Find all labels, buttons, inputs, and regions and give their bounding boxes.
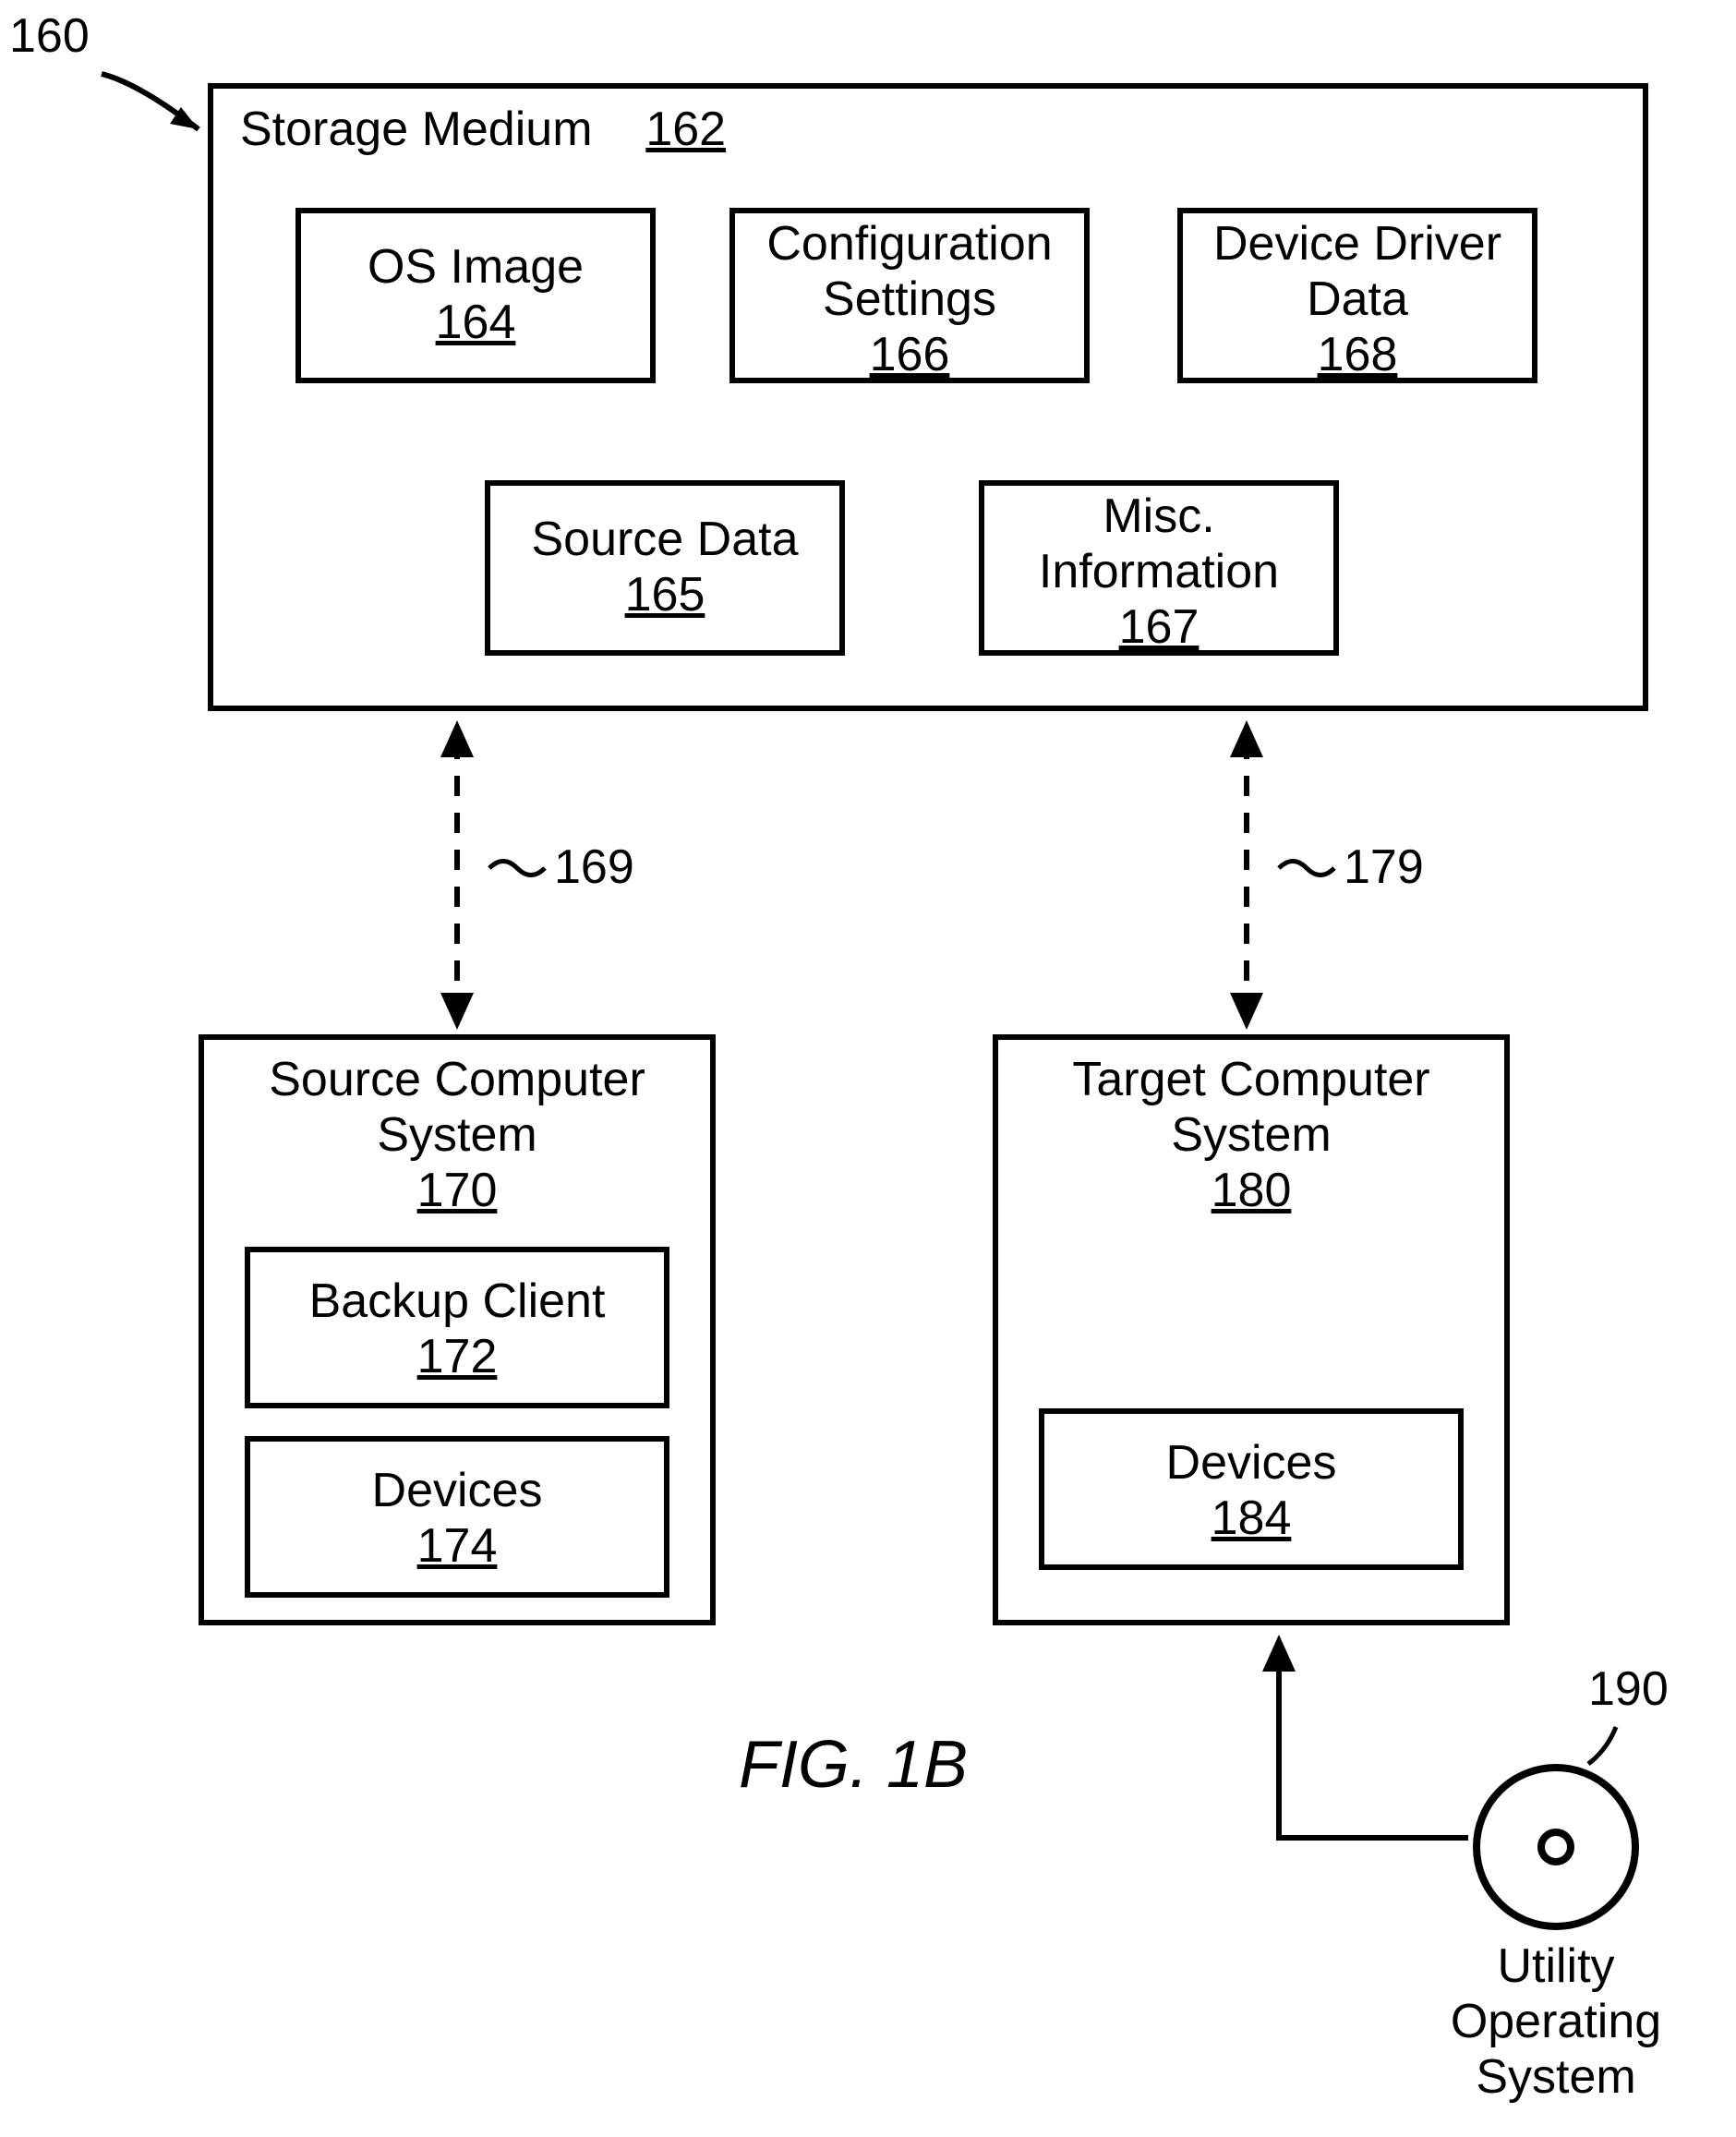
leader-190 [0, 0, 1736, 2137]
utility-os-disc-hole-icon [1537, 1829, 1574, 1865]
diagram-canvas: 160 Storage Medium 162 OS Image 164 Conf… [0, 0, 1736, 2137]
utility-os-label: Utility Operating System [1445, 1939, 1667, 2105]
